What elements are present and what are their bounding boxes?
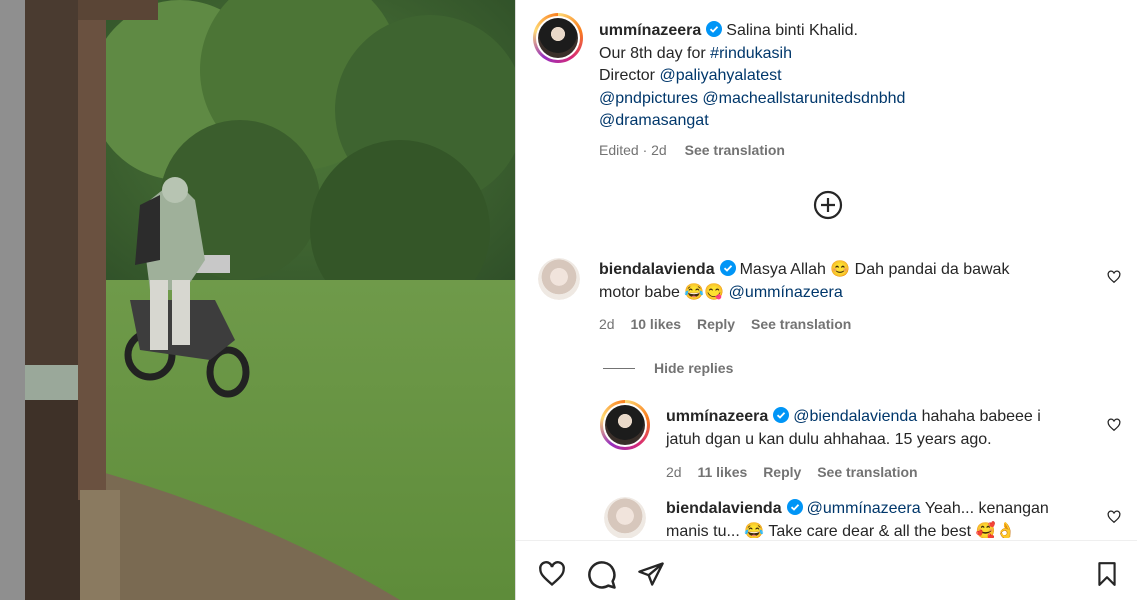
- verified-badge-icon: [786, 499, 803, 515]
- reply-2-text-line1: Yeah... kenangan: [920, 500, 1049, 517]
- reply-avatar[interactable]: [600, 400, 650, 450]
- reply-mention[interactable]: @biendalavienda: [793, 408, 917, 425]
- comment-icon[interactable]: [587, 560, 617, 590]
- reply-2-clip: biendalavienda @ummínazeera Yeah... kenan…: [516, 488, 1137, 538]
- caption-meta: Edited · 2d See translation: [599, 142, 785, 158]
- reply-reply-button[interactable]: Reply: [763, 464, 801, 480]
- comment-username[interactable]: biendalavienda: [599, 261, 715, 278]
- hide-replies-button[interactable]: Hide replies: [654, 360, 733, 376]
- comment-likes[interactable]: 10 likes: [630, 316, 681, 332]
- reply-2-body: biendalavienda @ummínazeera Yeah... kenan…: [666, 498, 1106, 538]
- reply-see-translation[interactable]: See translation: [817, 464, 917, 480]
- mention-dramasangat[interactable]: @dramasangat: [599, 112, 709, 129]
- verified-badge-icon: [706, 21, 723, 37]
- reply-2-avatar[interactable]: [604, 497, 646, 538]
- heart-icon[interactable]: [537, 560, 567, 588]
- author-username[interactable]: ummínazeera: [599, 22, 701, 39]
- author-avatar[interactable]: [533, 13, 583, 63]
- mention-pndpictures[interactable]: @pndpictures: [599, 90, 698, 107]
- mention-macheallstar[interactable]: @macheallstarunitedsdnbhd: [702, 90, 905, 107]
- comment-mention[interactable]: @ummínazeera: [729, 284, 843, 301]
- comment-meta: 2d 10 likes Reply See translation: [599, 316, 851, 332]
- heart-icon[interactable]: [1107, 270, 1121, 284]
- reply-2-mention[interactable]: @ummínazeera: [807, 500, 921, 517]
- post-caption: ummínazeera Salina binti Khalid. Our 8th …: [599, 20, 1119, 133]
- plus-circle-icon[interactable]: [813, 190, 843, 220]
- actions-divider: [516, 540, 1137, 541]
- comment-reply-button[interactable]: Reply: [697, 316, 735, 332]
- comment-body: biendalavienda Masya Allah 😊 Dah pandai d…: [599, 259, 1089, 304]
- share-icon[interactable]: [637, 560, 665, 588]
- comments-panel: ummínazeera Salina binti Khalid. Our 8th …: [515, 0, 1137, 600]
- mention-director[interactable]: @paliyahyalatest: [659, 67, 781, 84]
- hide-replies-line: [603, 368, 635, 369]
- reply-text-line1: hahaha babeee i: [917, 408, 1041, 425]
- comment-time: 2d: [599, 316, 615, 332]
- caption-line-3-text: Director: [599, 67, 660, 84]
- post-media[interactable]: [0, 0, 515, 600]
- reply-time: 2d: [666, 464, 682, 480]
- reply-2-text-line2: manis tu... 😂 Take care dear & all the b…: [666, 522, 1016, 539]
- reply-body: ummínazeera @biendalavienda hahaha babeee…: [666, 406, 1106, 451]
- comment-see-translation[interactable]: See translation: [751, 316, 851, 332]
- caption-see-translation[interactable]: See translation: [685, 142, 785, 158]
- reply-text-line2: jatuh dgan u kan dulu ahhahaa. 15 years …: [666, 430, 992, 448]
- reply-username[interactable]: ummínazeera: [666, 408, 768, 425]
- reply-2-username[interactable]: biendalavienda: [666, 500, 782, 517]
- caption-line-1: Salina binti Khalid.: [726, 22, 858, 39]
- heart-icon[interactable]: [1107, 418, 1121, 432]
- comment-text-line2: motor babe 😂😋: [599, 283, 729, 301]
- commenter-avatar[interactable]: [538, 258, 580, 300]
- bookmark-icon[interactable]: [1094, 560, 1120, 588]
- post-photo: [0, 0, 515, 600]
- verified-badge-icon: [719, 260, 736, 276]
- hashtag-link[interactable]: #rindukasih: [710, 45, 792, 62]
- heart-icon[interactable]: [1107, 510, 1121, 524]
- verified-badge-icon: [773, 407, 790, 423]
- comment-text-line1: Masya Allah 😊 Dah pandai da bawak: [739, 261, 1010, 278]
- reply-likes[interactable]: 11 likes: [697, 464, 747, 480]
- reply-meta: 2d 11 likes Reply See translation: [666, 464, 918, 480]
- edited-time: Edited · 2d: [599, 142, 667, 158]
- caption-line-2-text: Our 8th day for: [599, 44, 711, 62]
